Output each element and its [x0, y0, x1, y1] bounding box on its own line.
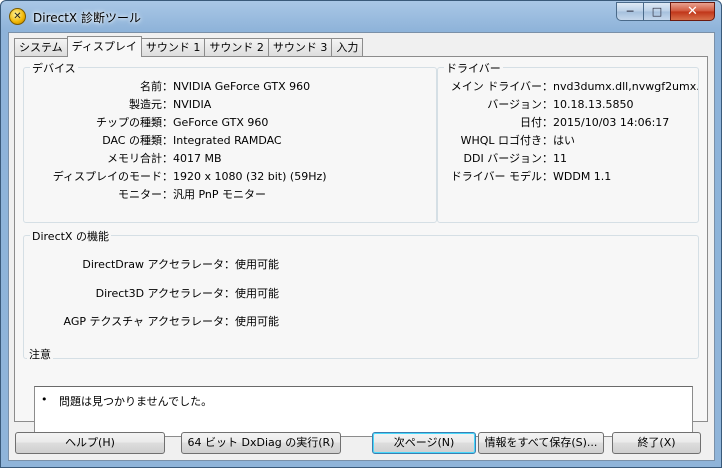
device-group-title: デバイス — [30, 60, 78, 76]
driver-version-row: バージョン： 10.18.13.5850 — [438, 98, 698, 112]
close-button[interactable]: ✕ — [670, 2, 715, 21]
ddi-version-value: 11 — [553, 152, 567, 165]
agp-texture-label: AGP テクスチャ アクセラレータ： — [63, 315, 236, 328]
agp-texture-row: AGP テクスチャ アクセラレータ： 使用可能 — [24, 315, 698, 329]
minimize-button[interactable]: ─ — [616, 2, 643, 21]
driver-group-title: ドライバー — [444, 60, 503, 76]
driver-group: ドライバー メイン ドライバー： nvd3dumx.dll,nvwgf2umx.… — [437, 60, 699, 223]
driver-date-row: 日付： 2015/10/03 14:06:17 — [438, 116, 698, 130]
display-mode-row: ディスプレイのモード： 1920 x 1080 (32 bit) (59Hz) — [24, 170, 436, 184]
direct3d-row: Direct3D アクセラレータ： 使用可能 — [24, 287, 698, 301]
total-memory-row: メモリ合計： 4017 MB — [24, 152, 436, 166]
tab-display[interactable]: ディスプレイ — [66, 36, 142, 57]
run-64bit-dxdiag-button[interactable]: 64 ビット DxDiag の実行(R) — [181, 432, 341, 454]
client-area: システム ディスプレイ サウンド 1 サウンド 2 サウンド 3 入力 デバイス… — [8, 32, 715, 461]
direct3d-value: 使用可能 — [235, 287, 279, 300]
directdraw-label: DirectDraw アクセラレータ： — [82, 258, 235, 271]
chip-type-row: チップの種類： GeForce GTX 960 — [24, 116, 436, 130]
directx-features-title: DirectX の機能 — [30, 228, 111, 244]
device-name-value: NVIDIA GeForce GTX 960 — [173, 80, 311, 93]
caption-buttons: ─ □ ✕ — [616, 2, 715, 22]
main-driver-label: メイン ドライバー： — [450, 80, 553, 93]
help-button[interactable]: ヘルプ(H) — [15, 432, 165, 454]
note-bullet-icon: • — [41, 393, 48, 406]
whql-label: WHQL ロゴ付き： — [460, 134, 553, 147]
ddi-version-label: DDI バージョン： — [463, 152, 553, 165]
next-page-button[interactable]: 次ページ(N) — [372, 432, 476, 454]
notes-box[interactable]: • 問題は見つかりませんでした。 — [34, 386, 693, 437]
driver-version-value: 10.18.13.5850 — [553, 98, 634, 111]
maximize-button[interactable]: □ — [643, 2, 670, 21]
tab-sound-2[interactable]: サウンド 2 — [204, 38, 269, 57]
display-mode-value: 1920 x 1080 (32 bit) (59Hz) — [173, 170, 327, 183]
tab-sound-1[interactable]: サウンド 1 — [140, 38, 206, 57]
dac-type-value: Integrated RAMDAC — [173, 134, 282, 147]
driver-version-label: バージョン： — [487, 98, 553, 111]
window-title: DirectX 診断ツール — [33, 11, 141, 25]
manufacturer-label: 製造元： — [129, 98, 173, 111]
driver-date-value: 2015/10/03 14:06:17 — [553, 116, 670, 129]
display-tab-panel: デバイス 名前： NVIDIA GeForce GTX 960 製造元： NVI… — [14, 56, 708, 437]
agp-texture-value: 使用可能 — [235, 315, 279, 328]
directdraw-row: DirectDraw アクセラレータ： 使用可能 — [24, 258, 698, 272]
main-driver-value: nvd3dumx.dll,nvwgf2umx.dll,n — [553, 80, 698, 93]
device-name-label: 名前： — [140, 80, 173, 93]
directx-diag-window: ✕ DirectX 診断ツール ─ □ ✕ システム ディスプレイ サウンド 1… — [0, 0, 722, 468]
notes-title: 注意 — [27, 346, 53, 362]
device-name-row: 名前： NVIDIA GeForce GTX 960 — [24, 80, 436, 94]
ddi-version-row: DDI バージョン： 11 — [438, 152, 698, 166]
device-group: デバイス 名前： NVIDIA GeForce GTX 960 製造元： NVI… — [23, 60, 437, 223]
driver-model-row: ドライバー モデル： WDDM 1.1 — [438, 170, 698, 184]
whql-value: はい — [553, 134, 575, 147]
dac-type-label: DAC の種類： — [102, 134, 173, 147]
tab-input[interactable]: 入力 — [331, 38, 364, 57]
driver-date-label: 日付： — [520, 116, 553, 129]
tab-sound-3[interactable]: サウンド 3 — [267, 38, 333, 57]
exit-button[interactable]: 終了(X) — [612, 432, 701, 454]
dac-type-row: DAC の種類： Integrated RAMDAC — [24, 134, 436, 148]
total-memory-value: 4017 MB — [173, 152, 222, 165]
directx-x-icon: ✕ — [9, 8, 26, 25]
display-mode-label: ディスプレイのモード： — [52, 170, 173, 183]
driver-model-label: ドライバー モデル： — [450, 170, 553, 183]
direct3d-label: Direct3D アクセラレータ： — [95, 287, 235, 300]
whql-row: WHQL ロゴ付き： はい — [438, 134, 698, 148]
main-driver-row: メイン ドライバー： nvd3dumx.dll,nvwgf2umx.dll,n — [438, 80, 698, 94]
directdraw-value: 使用可能 — [235, 258, 279, 271]
total-memory-label: メモリ合計： — [107, 152, 173, 165]
note-item: 問題は見つかりませんでした。 — [59, 395, 213, 408]
monitor-row: モニター： 汎用 PnP モニター — [24, 188, 436, 202]
driver-model-value: WDDM 1.1 — [553, 170, 612, 183]
save-all-info-button[interactable]: 情報をすべて保存(S)... — [478, 432, 604, 454]
monitor-value: 汎用 PnP モニター — [173, 188, 267, 201]
monitor-label: モニター： — [118, 188, 173, 201]
chip-type-value: GeForce GTX 960 — [173, 116, 269, 129]
chip-type-label: チップの種類： — [96, 116, 173, 129]
title-bar[interactable]: ✕ DirectX 診断ツール ─ □ ✕ — [1, 1, 721, 31]
manufacturer-value: NVIDIA — [173, 98, 212, 111]
directx-features-group: DirectX の機能 DirectDraw アクセラレータ： 使用可能 Dir… — [23, 228, 699, 359]
tab-strip: システム ディスプレイ サウンド 1 サウンド 2 サウンド 3 入力 — [14, 36, 364, 57]
manufacturer-row: 製造元： NVIDIA — [24, 98, 436, 112]
tab-system[interactable]: システム — [14, 38, 68, 57]
